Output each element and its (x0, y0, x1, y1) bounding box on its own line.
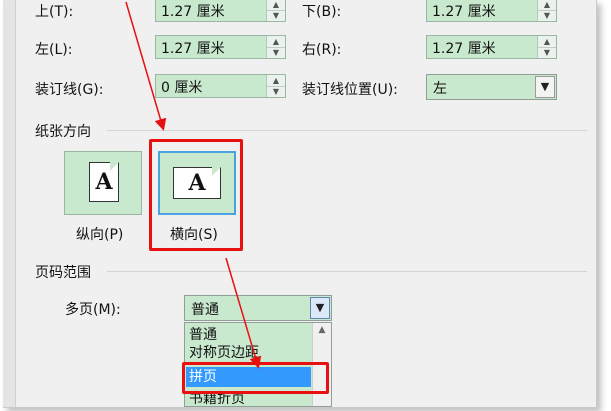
arrow-to-landscape (125, 1, 167, 131)
arrow-to-two-pages (225, 257, 262, 369)
annotation-arrows (125, 1, 262, 369)
